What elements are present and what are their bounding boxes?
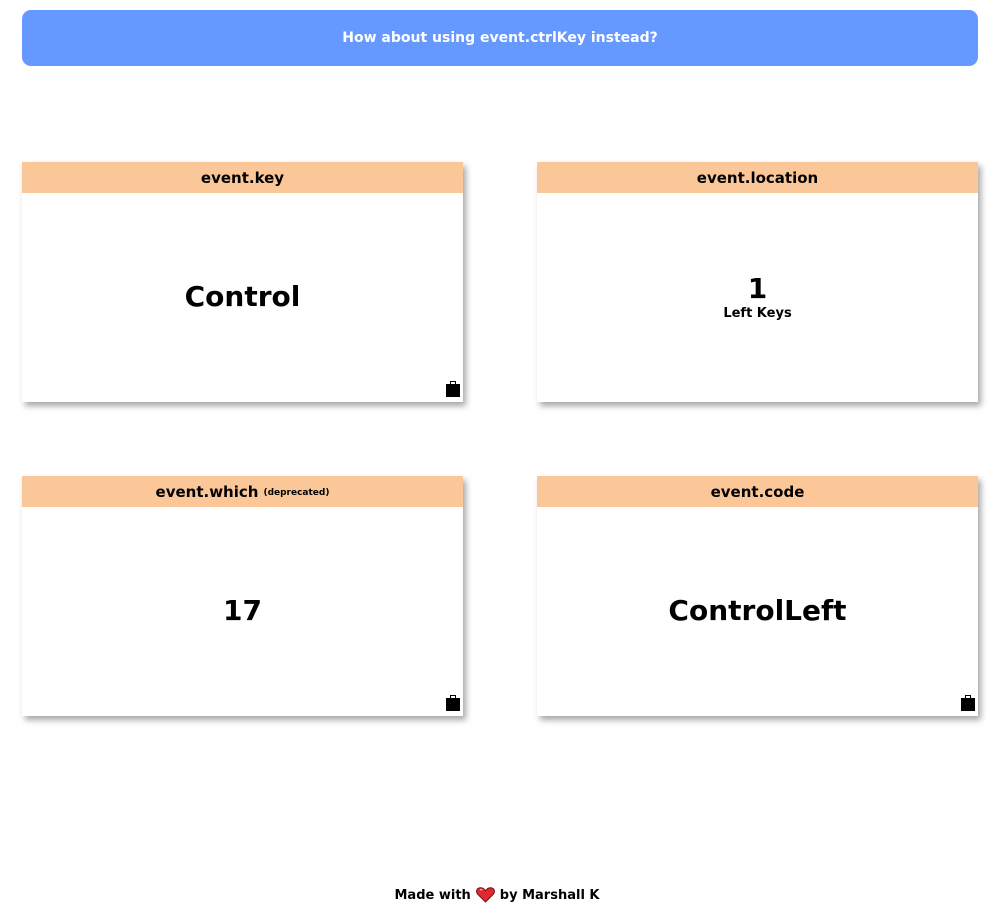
- clipboard-icon[interactable]: [446, 381, 460, 397]
- event-code-card: event.code ControlLeft: [537, 476, 978, 716]
- card-value: Control: [184, 280, 301, 314]
- ctrlkey-suggestion-banner[interactable]: How about using event.ctrlKey instead?: [22, 10, 978, 66]
- card-body: Control: [22, 193, 463, 402]
- clipboard-icon[interactable]: [961, 695, 975, 711]
- card-title: event.location: [696, 168, 819, 187]
- card-title: event.key: [200, 168, 285, 187]
- card-header: event.key: [22, 162, 463, 193]
- card-body: ControlLeft: [537, 507, 978, 716]
- card-header: event.code: [537, 476, 978, 507]
- card-description: Left Keys: [723, 306, 792, 322]
- card-value: 17: [223, 594, 262, 628]
- card-value: ControlLeft: [668, 594, 847, 628]
- banner-text: How about using event.ctrlKey instead?: [342, 30, 658, 46]
- card-header: event.location: [537, 162, 978, 193]
- card-title: event.which: [155, 482, 259, 501]
- card-header: event.which (deprecated): [22, 476, 463, 507]
- card-title: event.code: [710, 482, 805, 501]
- card-value: 1: [747, 271, 768, 305]
- heart-icon: [475, 887, 495, 903]
- footer: Made with by Marshall K: [0, 887, 994, 903]
- card-body: 17: [22, 507, 463, 716]
- event-key-card: event.key Control: [22, 162, 463, 402]
- deprecated-label: (deprecated): [263, 488, 330, 498]
- footer-made-with: Made with: [394, 887, 471, 903]
- clipboard-icon[interactable]: [446, 695, 460, 711]
- event-location-card: event.location 1 Left Keys: [537, 162, 978, 402]
- page: How about using event.ctrlKey instead? e…: [0, 0, 994, 922]
- footer-author: by Marshall K: [499, 887, 600, 903]
- event-which-card: event.which (deprecated) 17: [22, 476, 463, 716]
- card-body: 1 Left Keys: [537, 193, 978, 402]
